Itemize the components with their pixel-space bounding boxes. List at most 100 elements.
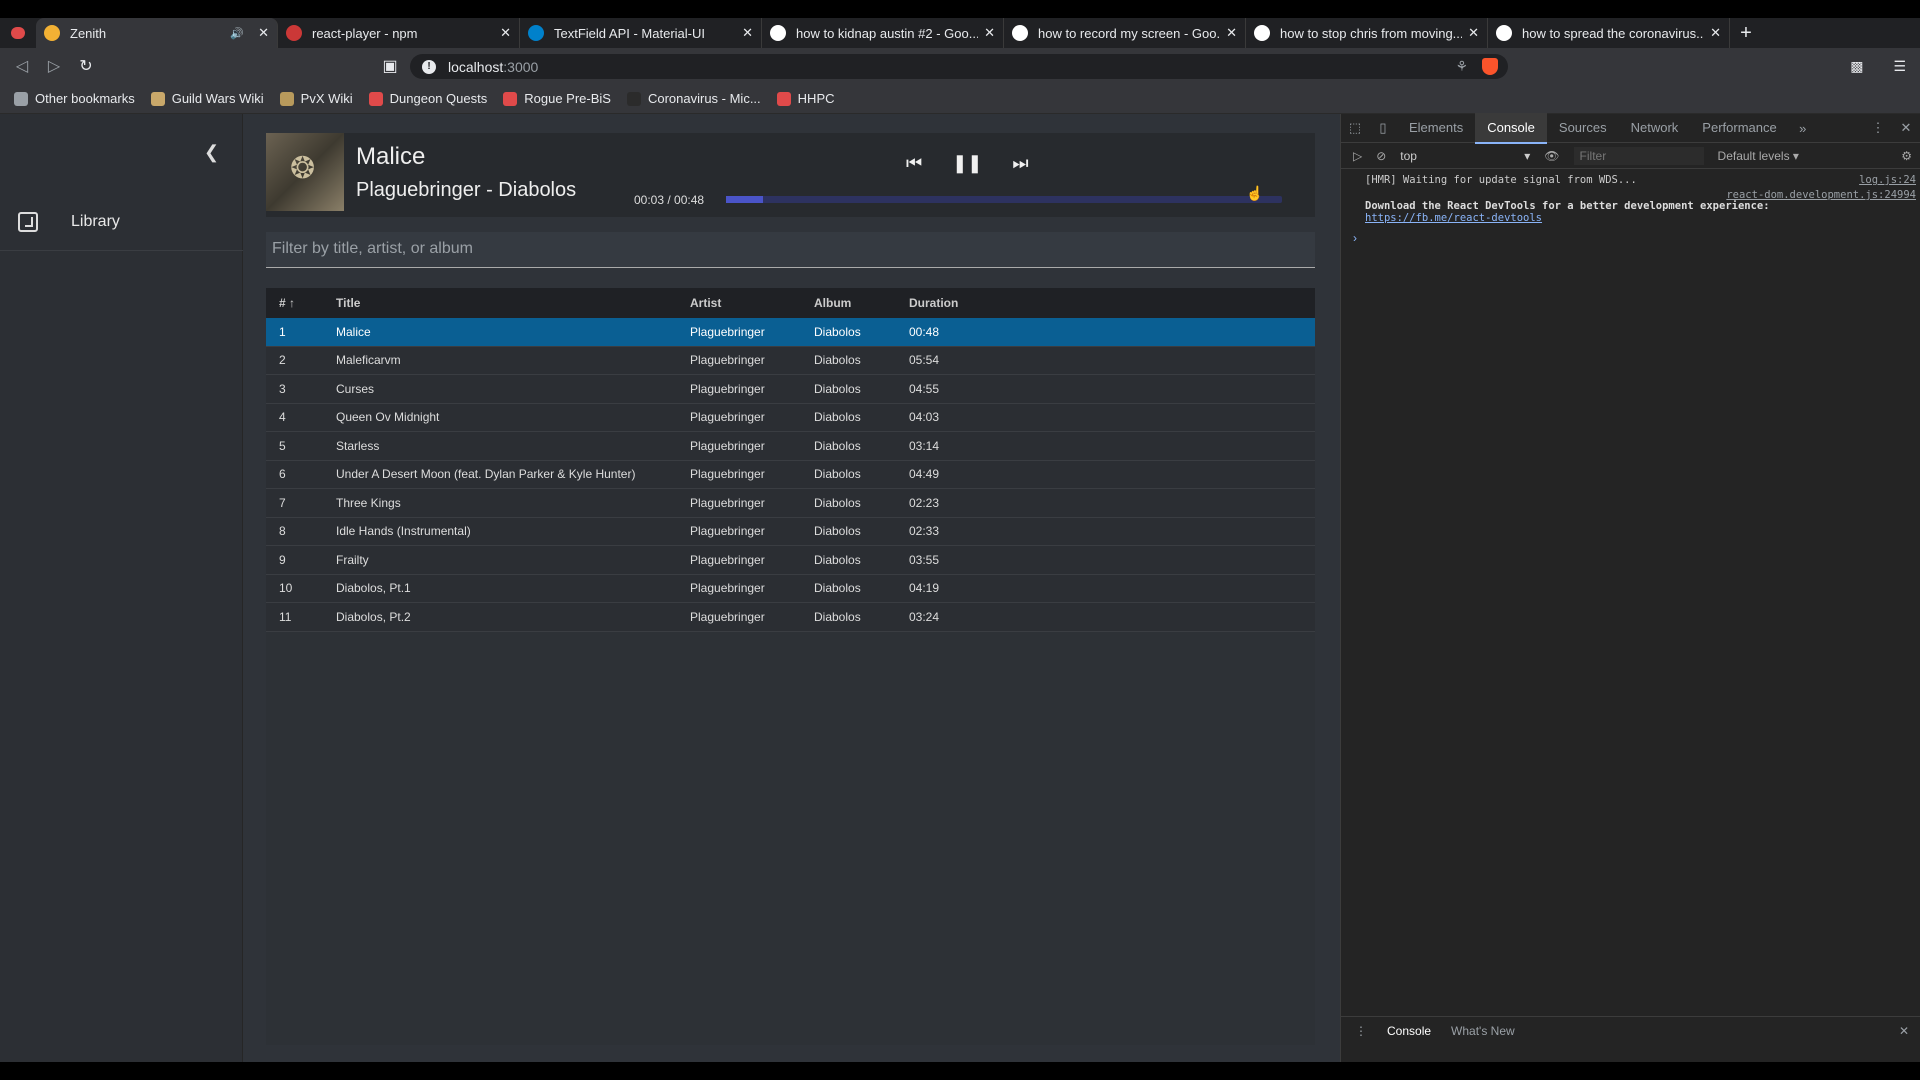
- track-number: 2: [279, 353, 286, 368]
- bookmark-item[interactable]: Rogue Pre-BiS: [503, 91, 611, 106]
- drawer-tab-console[interactable]: Console: [1387, 1024, 1431, 1038]
- devtools-tab-elements[interactable]: Elements: [1397, 113, 1475, 144]
- browser-tab[interactable]: how to stop chris from moving... ✕: [1246, 18, 1488, 48]
- browser-tab[interactable]: Zenith 🔊 ✕: [36, 18, 278, 48]
- console-filter-input[interactable]: Filter: [1573, 146, 1704, 165]
- close-drawer-icon[interactable]: ✕: [1899, 1024, 1909, 1038]
- sort-ascending-icon[interactable]: ↑: [289, 296, 295, 310]
- track-duration: 00:48: [909, 324, 940, 339]
- progress-slider[interactable]: [726, 196, 1282, 203]
- track-duration: 04:49: [909, 467, 940, 482]
- close-tab-icon[interactable]: ✕: [258, 25, 269, 41]
- tab-title: react-player - npm: [312, 25, 418, 41]
- bookmark-icon[interactable]: ▣: [374, 56, 406, 76]
- bookmark-item[interactable]: HHPC: [776, 91, 835, 106]
- drawer-menu-icon[interactable]: ⋮: [1355, 1024, 1367, 1038]
- table-row[interactable]: 10 Diabolos, Pt.1 Plaguebringer Diabolos 04:…: [266, 574, 1315, 603]
- devtools-tab-performance[interactable]: Performance: [1690, 113, 1788, 144]
- close-tab-icon[interactable]: ✕: [1226, 25, 1237, 41]
- bookmark-item[interactable]: PvX Wiki: [279, 91, 353, 106]
- close-tab-icon[interactable]: ✕: [742, 25, 753, 41]
- track-title: Maleficarvm: [336, 353, 401, 368]
- site-info-icon[interactable]: !: [422, 59, 436, 74]
- extension-icon[interactable]: ⚘: [1455, 58, 1468, 75]
- devtools-tab-sources[interactable]: Sources: [1547, 113, 1619, 144]
- track-title: Curses: [336, 381, 375, 396]
- browser-tab[interactable]: react-player - npm ✕: [278, 18, 520, 48]
- table-row[interactable]: 9 Frailty Plaguebringer Diabolos 03:55: [266, 546, 1315, 575]
- context-select[interactable]: top ▾: [1400, 149, 1530, 163]
- drawer-tab-whats-new[interactable]: What's New: [1451, 1024, 1515, 1038]
- extensions-icon[interactable]: ▩: [1850, 58, 1863, 75]
- track-title: Starless: [336, 438, 380, 453]
- brave-shields-icon[interactable]: [1482, 58, 1498, 75]
- devtools-tab-network[interactable]: Network: [1619, 113, 1691, 144]
- track-duration: 04:03: [909, 410, 940, 425]
- table-row[interactable]: 4 Queen Ov Midnight Plaguebringer Diabolos 0…: [266, 403, 1315, 432]
- menu-icon[interactable]: ☰: [1893, 58, 1906, 75]
- brave-menu-icon[interactable]: [0, 18, 36, 48]
- bookmark-favicon-icon: [503, 91, 518, 106]
- column-album-header[interactable]: Album: [814, 296, 909, 310]
- back-icon[interactable]: ◁: [6, 56, 38, 76]
- table-row[interactable]: 5 Starless Plaguebringer Diabolos 03:14: [266, 432, 1315, 461]
- tab-favicon-icon: [770, 25, 786, 41]
- inspect-icon[interactable]: ⬚: [1341, 120, 1369, 136]
- time-separator: /: [664, 193, 675, 207]
- bookmark-item[interactable]: Other bookmarks: [14, 91, 135, 106]
- next-track-icon[interactable]: ⏭: [1012, 153, 1028, 174]
- track-artist: Plaguebringer: [690, 524, 765, 539]
- collapse-sidebar-icon[interactable]: ❮: [204, 142, 219, 163]
- table-row[interactable]: 2 Maleficarvm Plaguebringer Diabolos 05:54: [266, 346, 1315, 375]
- close-tab-icon[interactable]: ✕: [1468, 25, 1479, 41]
- new-tab-button[interactable]: +: [1730, 18, 1762, 48]
- filter-input[interactable]: Filter by title, artist, or album: [266, 232, 1315, 268]
- track-album: Diabolos: [814, 381, 861, 396]
- bookmark-label: HHPC: [797, 91, 835, 106]
- browser-tab[interactable]: how to spread the coronavirus... ✕: [1488, 18, 1730, 48]
- tab-title: TextField API - Material-UI: [554, 25, 705, 41]
- devtools-menu-icon[interactable]: ⋮: [1864, 120, 1892, 136]
- sidebar-toggle-icon[interactable]: ▷: [1353, 149, 1362, 163]
- forward-icon[interactable]: ▷: [38, 56, 70, 76]
- table-row[interactable]: 8 Idle Hands (Instrumental) Plaguebringer D…: [266, 517, 1315, 546]
- column-artist-header[interactable]: Artist: [690, 296, 814, 310]
- table-row[interactable]: 11 Diabolos, Pt.2 Plaguebringer Diabolos 03:…: [266, 603, 1315, 632]
- live-expression-icon[interactable]: 👁: [1544, 149, 1559, 163]
- table-row[interactable]: 7 Three Kings Plaguebringer Diabolos 02:23: [266, 489, 1315, 518]
- close-tab-icon[interactable]: ✕: [500, 25, 511, 41]
- reload-icon[interactable]: ↻: [70, 56, 102, 76]
- bookmark-item[interactable]: Dungeon Quests: [368, 91, 487, 106]
- table-row[interactable]: 1 Malice Plaguebringer Diabolos 00:48: [266, 318, 1315, 347]
- track-album: Diabolos: [814, 581, 861, 596]
- column-title-header[interactable]: Title: [336, 296, 690, 310]
- table-row[interactable]: 3 Curses Plaguebringer Diabolos 04:55: [266, 375, 1315, 404]
- pause-icon[interactable]: ❚❚: [952, 153, 982, 174]
- close-tab-icon[interactable]: ✕: [1710, 25, 1721, 41]
- column-duration-header[interactable]: Duration: [909, 296, 1009, 310]
- console-settings-icon[interactable]: ⚙: [1901, 149, 1912, 163]
- column-num-header[interactable]: # ↑: [266, 296, 336, 310]
- browser-tab[interactable]: how to record my screen - Goo... ✕: [1004, 18, 1246, 48]
- message-source-link[interactable]: log.js:24: [1859, 174, 1916, 186]
- bookmark-item[interactable]: Guild Wars Wiki: [150, 91, 264, 106]
- log-levels-select[interactable]: Default levels ▾: [1718, 149, 1799, 163]
- close-devtools-icon[interactable]: ✕: [1892, 120, 1920, 136]
- address-bar[interactable]: ! localhost:3000 ⚘: [410, 54, 1508, 79]
- devtools-tab-console[interactable]: Console: [1475, 112, 1547, 144]
- message-source-link[interactable]: react-dom.development.js:24994: [1726, 189, 1916, 201]
- track-duration: 02:33: [909, 524, 940, 539]
- react-devtools-link[interactable]: https://fb.me/react-devtools: [1365, 212, 1542, 224]
- browser-tab[interactable]: TextField API - Material-UI ✕: [520, 18, 762, 48]
- sidebar-item-library[interactable]: Library: [0, 194, 243, 251]
- table-row[interactable]: 6 Under A Desert Moon (feat. Dylan Parker…: [266, 460, 1315, 489]
- device-toolbar-icon[interactable]: ▯: [1369, 120, 1397, 136]
- more-tabs-icon[interactable]: »: [1789, 121, 1817, 136]
- browser-tab[interactable]: how to kidnap austin #2 - Goo... ✕: [762, 18, 1004, 48]
- previous-track-icon[interactable]: ⏮: [906, 153, 922, 174]
- tab-audio-icon[interactable]: 🔊: [230, 27, 244, 40]
- clear-console-icon[interactable]: ⊘: [1376, 149, 1386, 163]
- bookmark-item[interactable]: Coronavirus - Mic...: [626, 91, 761, 106]
- console-prompt[interactable]: ›: [1341, 231, 1920, 245]
- close-tab-icon[interactable]: ✕: [984, 25, 995, 41]
